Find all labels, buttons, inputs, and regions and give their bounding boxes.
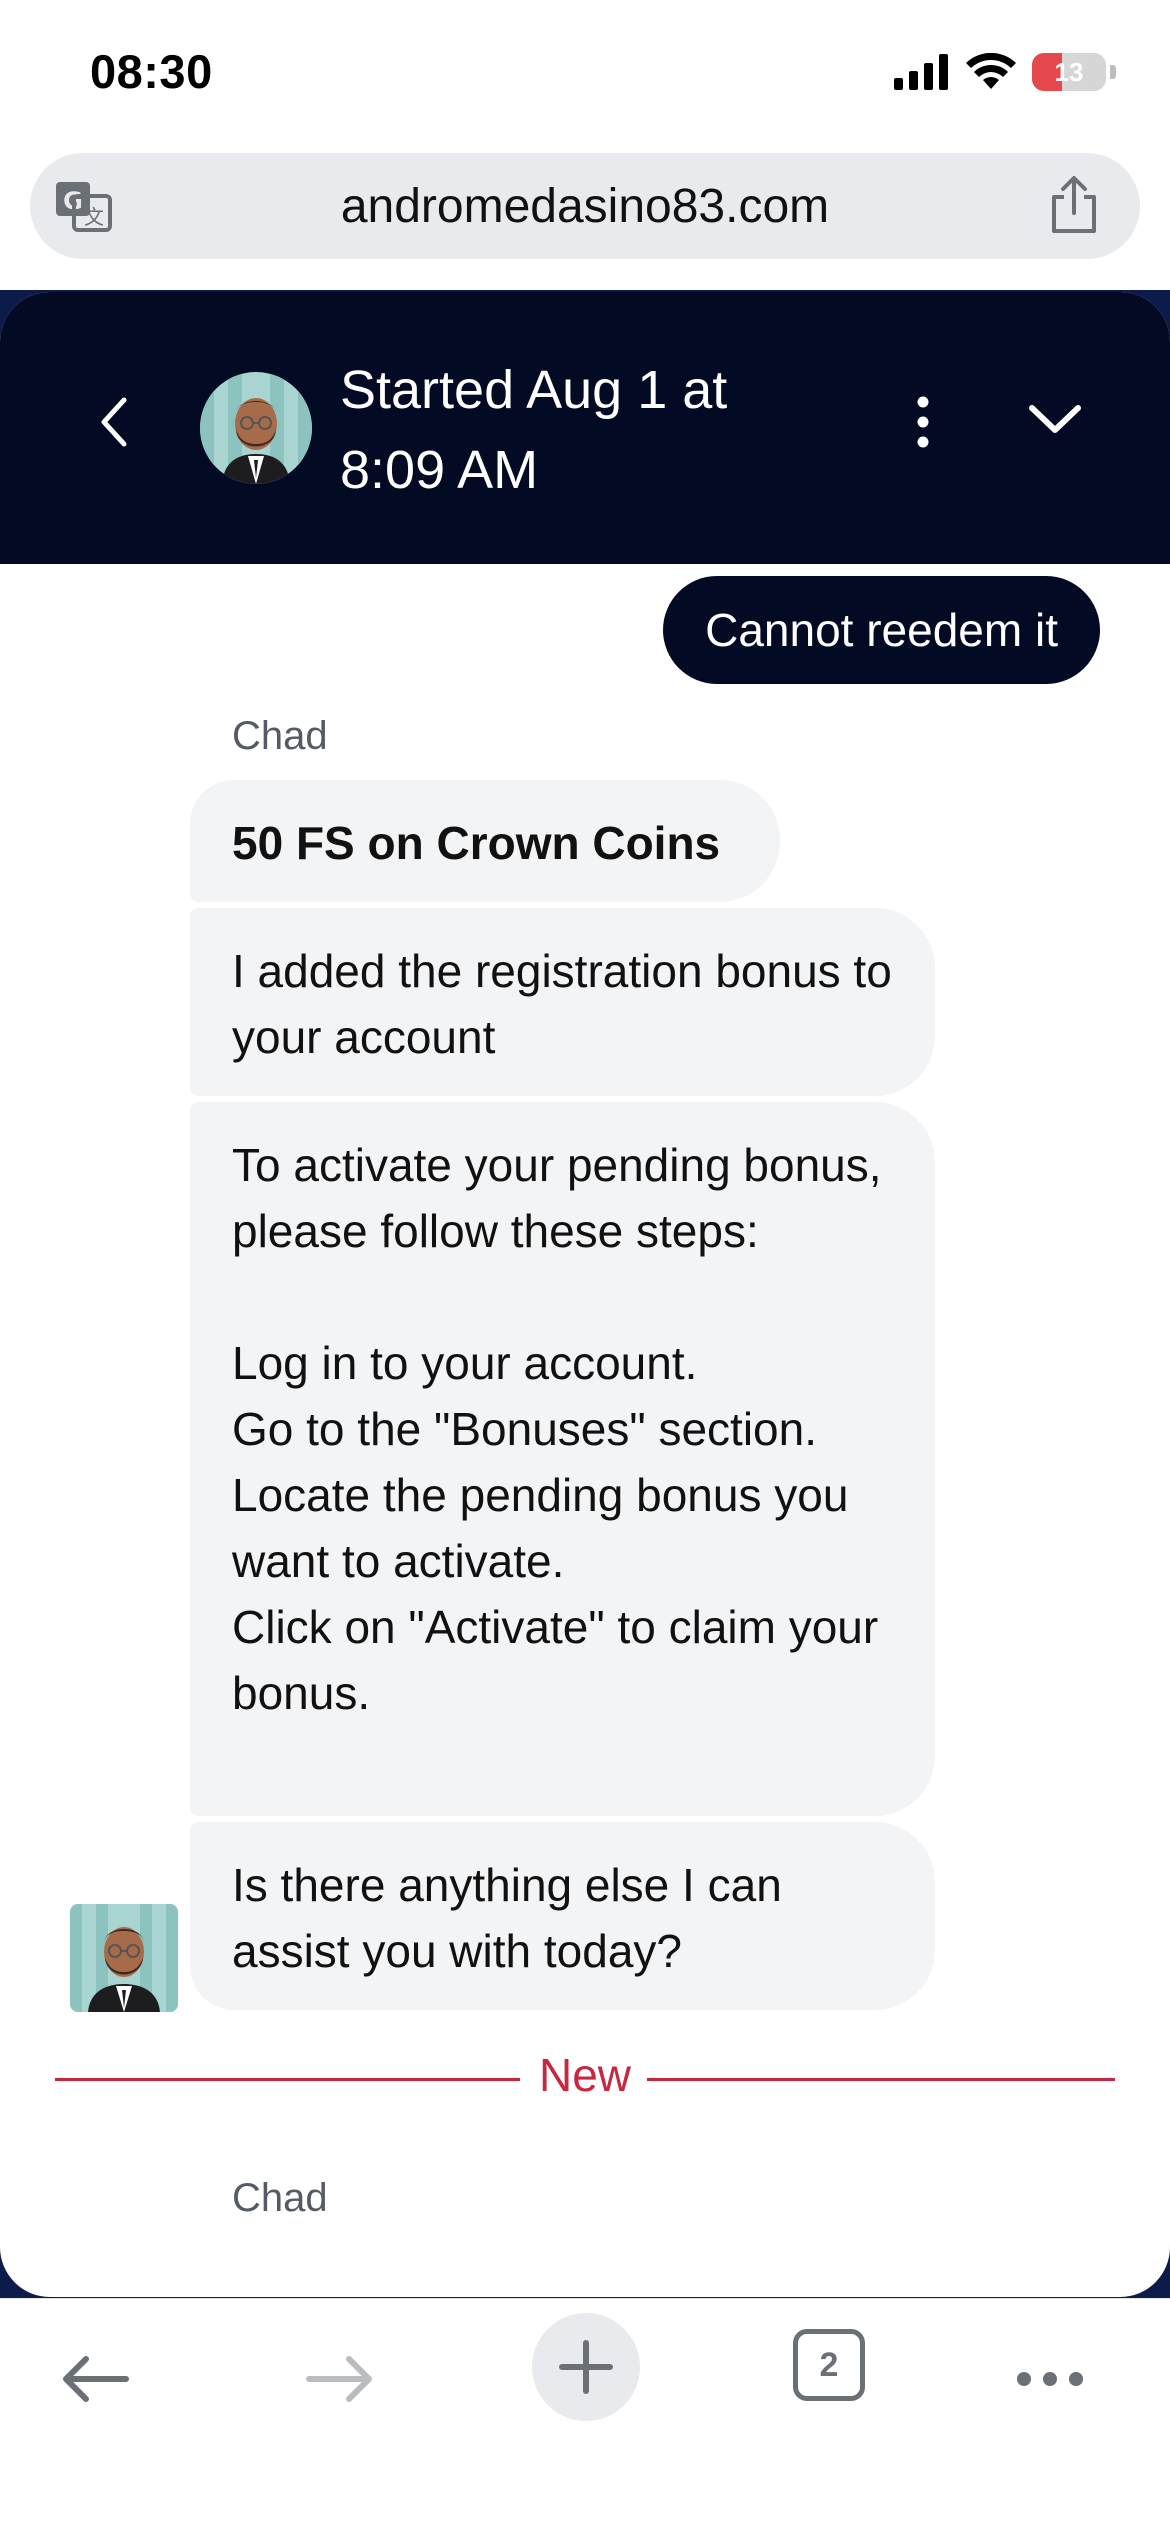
status-time: 08:30: [90, 45, 213, 98]
user-message-bubble: Cannot reedem it: [663, 576, 1100, 684]
browser-toolbar: 2: [0, 2298, 1170, 2532]
status-bar: 08:30 13: [0, 0, 1170, 150]
agent-avatar: [200, 372, 312, 484]
agent-message-bubble: To activate your pending bonus, please f…: [190, 1102, 935, 1816]
agent-avatar: [70, 1904, 178, 2012]
agent-name-label: Chad: [232, 714, 328, 758]
signal-icon: [894, 54, 948, 90]
back-arrow-icon: [63, 2356, 129, 2402]
more-button[interactable]: [1010, 2339, 1090, 2419]
tabs-icon[interactable]: 2: [793, 2329, 865, 2401]
message-list[interactable]: Cannot reedem it Chad 50 FS on Crown Coi…: [0, 564, 1170, 2297]
battery-icon: 13: [1032, 53, 1106, 91]
new-tab-button[interactable]: [532, 2313, 640, 2421]
chat-header-title: Started Aug 1 at 8:09 AM: [340, 360, 728, 500]
address-bar[interactable]: G 文 andromedasino83.com: [30, 153, 1140, 259]
agent-name-label: Chad: [232, 2176, 328, 2220]
agent-message-bubble: Is there anything else I can assist you …: [190, 1822, 935, 2010]
back-button[interactable]: [55, 2339, 135, 2419]
battery-level: 13: [1054, 56, 1084, 87]
new-messages-divider: New: [55, 2048, 1115, 2108]
chat-header: Started Aug 1 at 8:09 AM: [0, 292, 1170, 564]
new-messages-label: New: [538, 2049, 632, 2101]
forward-button[interactable]: [300, 2339, 380, 2419]
chat-widget: Started Aug 1 at 8:09 AM Cannot reedem i…: [0, 292, 1170, 2297]
status-icons: 13: [894, 48, 1116, 96]
agent-message-bubble: 50 FS on Crown Coins: [190, 780, 780, 902]
chevron-left-icon[interactable]: [90, 392, 140, 452]
agent-message-bubble: I added the registration bonus to your a…: [190, 908, 935, 1096]
kebab-menu-icon[interactable]: [905, 394, 941, 450]
wifi-icon: [966, 53, 1016, 89]
plus-icon: [559, 2340, 613, 2394]
forward-arrow-icon: [306, 2356, 372, 2402]
url-text[interactable]: andromedasino83.com: [30, 179, 1140, 234]
chevron-down-icon[interactable]: [1026, 400, 1084, 440]
tab-count: 2: [819, 2345, 839, 2384]
more-icon: [1017, 2372, 1083, 2386]
share-icon[interactable]: [1048, 175, 1100, 235]
